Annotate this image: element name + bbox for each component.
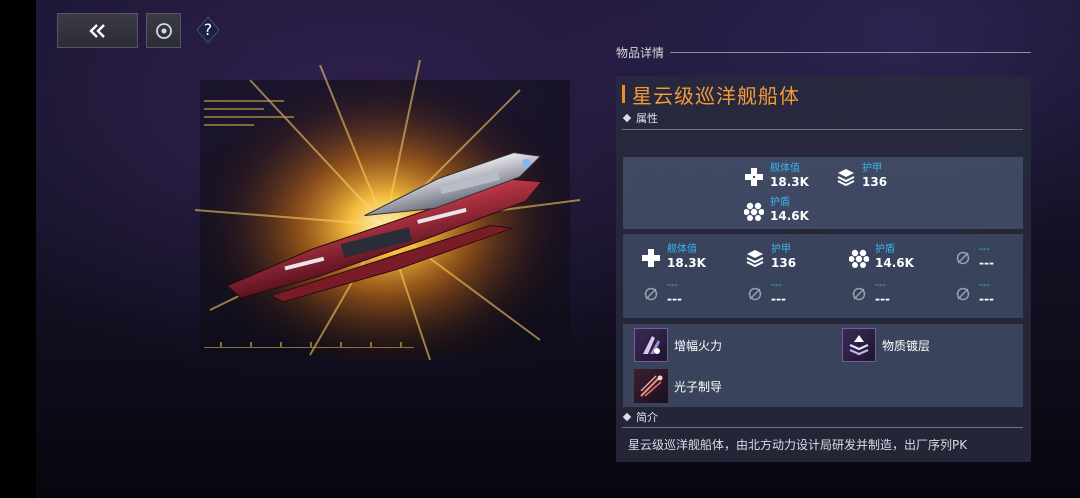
base-stat-armor: 护甲 136 bbox=[835, 163, 887, 189]
intro-section-label: 简介 bbox=[622, 409, 658, 425]
skill-item[interactable]: 光子制导 bbox=[634, 369, 722, 403]
module-stat-empty: --- --- bbox=[848, 280, 890, 306]
stat-value: --- bbox=[979, 292, 994, 306]
stat-label: --- bbox=[979, 244, 990, 255]
stat-label: --- bbox=[875, 280, 886, 291]
skill-name: 光子制导 bbox=[674, 379, 723, 394]
stat-value: 14.6K bbox=[770, 209, 809, 223]
stat-label: --- bbox=[979, 280, 990, 291]
base-stat-hull: 舰体值 18.3K bbox=[743, 163, 809, 189]
intro-text: 星云级巡洋舰船体，由北方动力设计局研发并制造，出厂序列PK bbox=[628, 438, 968, 452]
empty-slot-icon bbox=[640, 283, 662, 305]
game-screen: ? 物品详情 星云级巡洋舰船体 属性 舰体值 18.3K 护甲 136 护盾 1… bbox=[0, 0, 1080, 498]
module-stats-box: 舰体值 18.3K 护甲 136 护盾 14.6K --- --- --- --… bbox=[623, 234, 1023, 318]
item-detail-panel: 星云级巡洋舰船体 属性 舰体值 18.3K 护甲 136 护盾 14.6K 舰体… bbox=[616, 76, 1031, 462]
question-mark-icon: ? bbox=[196, 16, 220, 44]
module-stat-hull: 舰体值 18.3K bbox=[640, 244, 706, 270]
stat-label: 护甲 bbox=[862, 163, 882, 174]
stat-label: --- bbox=[667, 280, 678, 291]
empty-slot-icon bbox=[952, 247, 974, 269]
module-stat-shield: 护盾 14.6K bbox=[848, 244, 914, 270]
firepower-boost-icon bbox=[634, 328, 668, 362]
stat-label: 舰体值 bbox=[770, 163, 800, 174]
stat-value: --- bbox=[979, 256, 994, 270]
help-button[interactable]: ? bbox=[195, 15, 221, 45]
intro-label: 简介 bbox=[636, 411, 658, 424]
stat-label: 舰体值 bbox=[667, 244, 697, 255]
skill-item[interactable]: 增幅火力 bbox=[634, 328, 722, 362]
title-accent-bar bbox=[622, 85, 625, 103]
base-stat-shield: 护盾 14.6K bbox=[743, 197, 809, 223]
stat-value: 136 bbox=[771, 256, 797, 270]
module-stat-empty: --- --- bbox=[952, 280, 994, 306]
base-stats-box: 舰体值 18.3K 护甲 136 护盾 14.6K bbox=[623, 157, 1023, 229]
back-button[interactable] bbox=[57, 13, 138, 48]
diamond-bullet-icon bbox=[622, 412, 632, 422]
item-title-row: 星云级巡洋舰船体 bbox=[622, 79, 800, 109]
module-stat-empty: --- --- bbox=[640, 280, 682, 306]
stat-value: 18.3K bbox=[770, 175, 809, 189]
detail-header-label: 物品详情 bbox=[616, 45, 665, 60]
hull-cross-icon bbox=[743, 166, 765, 188]
ship-showcase bbox=[190, 60, 590, 360]
module-stat-armor: 护甲 136 bbox=[744, 244, 796, 270]
stat-label: 护甲 bbox=[771, 244, 791, 255]
shield-hex-icon bbox=[743, 200, 765, 222]
diamond-bullet-icon bbox=[622, 113, 632, 123]
empty-slot-icon bbox=[952, 283, 974, 305]
module-stat-empty: --- --- bbox=[952, 244, 994, 270]
photon-guidance-icon bbox=[634, 369, 668, 403]
attributes-section-label: 属性 bbox=[622, 110, 658, 126]
stat-value: 136 bbox=[862, 175, 888, 189]
armor-layers-icon bbox=[744, 247, 766, 269]
armor-layers-icon bbox=[835, 166, 857, 188]
skills-box: 增幅火力 物质镀层 光子制导 bbox=[623, 324, 1023, 407]
target-icon bbox=[155, 22, 172, 39]
svg-text:?: ? bbox=[204, 20, 213, 39]
double-chevron-left-icon bbox=[88, 23, 105, 38]
attributes-divider bbox=[622, 129, 1023, 130]
stat-value: --- bbox=[875, 292, 890, 306]
module-stat-empty: --- --- bbox=[744, 280, 786, 306]
ship-render bbox=[190, 60, 585, 360]
stat-label: --- bbox=[771, 280, 782, 291]
shield-hex-icon bbox=[848, 247, 870, 269]
item-name: 星云级巡洋舰船体 bbox=[632, 83, 800, 108]
stat-value: --- bbox=[667, 292, 682, 306]
target-button[interactable] bbox=[146, 13, 181, 48]
attributes-label: 属性 bbox=[636, 112, 658, 125]
skill-item[interactable]: 物质镀层 bbox=[842, 328, 930, 362]
stat-label: 护盾 bbox=[770, 197, 790, 208]
left-edge-bar bbox=[0, 0, 36, 498]
header-divider bbox=[670, 51, 1031, 53]
hull-cross-icon bbox=[640, 247, 662, 269]
skill-name: 物质镀层 bbox=[882, 338, 931, 353]
skill-name: 增幅火力 bbox=[674, 338, 723, 353]
empty-slot-icon bbox=[744, 283, 766, 305]
stat-label: 护盾 bbox=[875, 244, 895, 255]
stat-value: 18.3K bbox=[667, 256, 706, 270]
stat-value: 14.6K bbox=[875, 256, 914, 270]
material-plating-icon bbox=[842, 328, 876, 362]
intro-divider bbox=[622, 427, 1023, 428]
empty-slot-icon bbox=[848, 283, 870, 305]
stat-value: --- bbox=[771, 292, 786, 306]
detail-header: 物品详情 bbox=[616, 44, 1031, 60]
